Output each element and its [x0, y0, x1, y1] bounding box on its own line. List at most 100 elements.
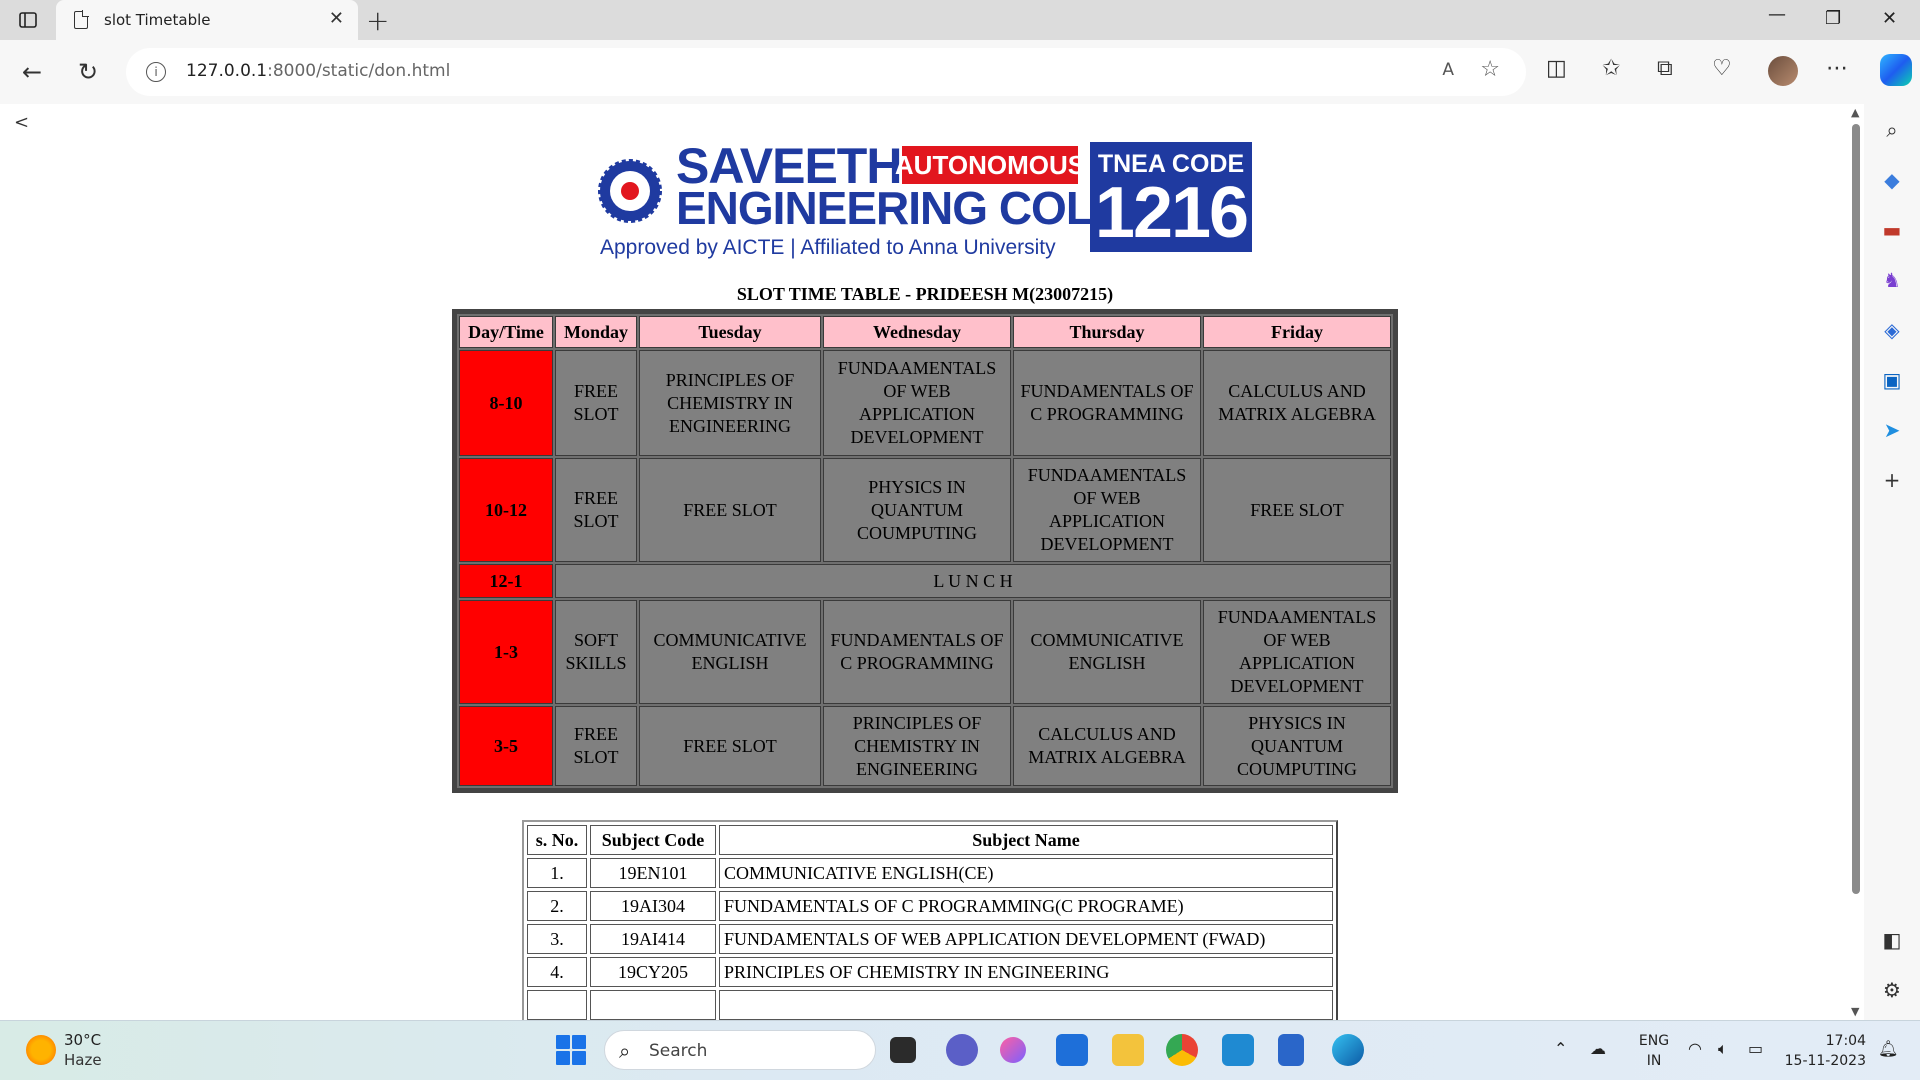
onedrive-cloud-icon[interactable]: ☁ [1590, 1039, 1606, 1058]
autonomous-badge: AUTONOMOUS [895, 146, 1085, 184]
battery-icon[interactable]: ▭ [1748, 1039, 1763, 1058]
send-icon[interactable]: ➤ [1878, 416, 1906, 444]
slot-cell: FUNDAAMENTALS OF WEB APPLICATION DEVELOP… [1203, 600, 1391, 704]
language-indicator[interactable]: ENG IN [1634, 1031, 1674, 1071]
picsart-icon[interactable] [1000, 1037, 1026, 1063]
subject-code: 19CY205 [590, 957, 716, 987]
address-bar[interactable]: i 127.0.0.1:8000/static/don.html A ☆ [126, 48, 1526, 96]
chrome-icon[interactable] [1166, 1034, 1198, 1066]
edge-sidebar: ⌕ ◆ ▬ ♞ ◈ ▣ ➤ + ◧ ⚙ [1864, 104, 1920, 1020]
tab-bar: slot Timetable ✕ + — ❐ ✕ [0, 0, 1920, 40]
browser-toolbar: ← ↻ i 127.0.0.1:8000/static/don.html A ☆… [0, 40, 1920, 104]
favorite-star-icon[interactable]: ☆ [1480, 57, 1500, 82]
tab-title: slot Timetable [104, 11, 211, 29]
slot-cell: COMMUNICATIVE ENGLISH [639, 600, 821, 704]
timetable-row: 8-10 FREE SLOT PRINCIPLES OF CHEMISTRY I… [459, 350, 1391, 456]
subject-row: 3. 19AI414 FUNDAMENTALS OF WEB APPLICATI… [527, 924, 1333, 954]
college-logo: SAVEETHA AUTONOMOUS ENGINEERING COLLEGE … [598, 140, 1252, 259]
header-daytime: Day/Time [459, 316, 553, 348]
header-monday: Monday [555, 316, 637, 348]
close-window-icon[interactable]: ✕ [1882, 8, 1897, 29]
minimize-icon[interactable]: — [1768, 4, 1786, 25]
slot-cell: PRINCIPLES OF CHEMISTRY IN ENGINEERING [639, 350, 821, 456]
more-menu-icon[interactable]: ⋯ [1826, 56, 1848, 81]
time-slot: 10-12 [459, 458, 553, 562]
edge-icon[interactable] [1332, 1034, 1364, 1066]
subject-sno: 1. [527, 858, 587, 888]
header-subject-code: Subject Code [590, 825, 716, 855]
subject-row: 1. 19EN101 COMMUNICATIVE ENGLISH(CE) [527, 858, 1333, 888]
slot-cell: FREE SLOT [639, 706, 821, 786]
url-text[interactable]: 127.0.0.1:8000/static/don.html [186, 61, 450, 81]
timetable: Day/Time Monday Tuesday Wednesday Thursd… [452, 309, 1398, 793]
new-tab-button[interactable]: + [366, 4, 389, 37]
weather-sun-icon[interactable] [26, 1035, 56, 1065]
shopping-tag-icon[interactable]: ◆ [1878, 166, 1906, 194]
copilot-icon[interactable] [1880, 54, 1912, 86]
lunch-row: 12-1 L U N C H [459, 564, 1391, 598]
collections-icon[interactable]: ⧉ [1657, 56, 1673, 81]
task-view-icon[interactable] [890, 1037, 916, 1063]
favorites-icon[interactable]: ✩ [1602, 56, 1620, 81]
file-explorer-icon[interactable] [1112, 1034, 1144, 1066]
taskbar: 30°C Haze ⌕ Search ⌃ ☁ ENG IN ◠ 🔈︎ ▭ 17:… [0, 1020, 1920, 1080]
weather-temperature[interactable]: 30°C [64, 1031, 101, 1049]
scroll-down-icon[interactable]: ▼ [1851, 1005, 1859, 1018]
subject-sno [527, 990, 587, 1020]
back-arrow-icon[interactable]: ← [22, 58, 42, 86]
time-slot: 3-5 [459, 706, 553, 786]
subject-sno: 2. [527, 891, 587, 921]
tools-briefcase-icon[interactable]: ▬ [1878, 216, 1906, 244]
browser-essentials-icon[interactable]: ♡ [1712, 56, 1732, 81]
clock-time: 17:04 [1825, 1033, 1866, 1049]
sidebar-toggle-icon[interactable]: ◧ [1878, 926, 1906, 954]
search-icon[interactable]: ⌕ [1878, 116, 1906, 144]
weather-description[interactable]: Haze [64, 1051, 102, 1069]
subject-name: FUNDAMENTALS OF C PROGRAMMING(C PROGRAME… [719, 891, 1333, 921]
show-hidden-icons-icon[interactable]: ⌃ [1554, 1039, 1567, 1058]
wifi-icon[interactable]: ◠ [1688, 1039, 1702, 1058]
speaker-muted-icon[interactable]: 🔈︎ [1718, 1039, 1728, 1059]
slot-cell: FREE SLOT [555, 350, 637, 456]
site-info-icon[interactable]: i [146, 62, 166, 82]
time-slot: 1-3 [459, 600, 553, 704]
slot-cell: SOFT SKILLS [555, 600, 637, 704]
timetable-title: SLOT TIME TABLE - PRIDEESH M(23007215) [736, 284, 1114, 304]
refresh-icon[interactable]: ↻ [78, 58, 98, 86]
lunch-cell: L U N C H [555, 564, 1391, 598]
subject-code: 19EN101 [590, 858, 716, 888]
scrollbar-thumb[interactable] [1852, 124, 1860, 894]
search-placeholder: Search [649, 1041, 708, 1061]
add-icon[interactable]: + [1878, 466, 1906, 494]
teams-chat-icon[interactable] [946, 1034, 978, 1066]
split-screen-icon[interactable]: ◫ [1546, 56, 1567, 81]
games-icon[interactable]: ♞ [1878, 266, 1906, 294]
vscode-icon[interactable] [1222, 1034, 1254, 1066]
back-link[interactable]: < [14, 112, 29, 133]
tnea-code-box: TNEA CODE 1216 [1090, 142, 1252, 252]
subject-table: s. No. Subject Code Subject Name 1. 19EN… [522, 820, 1338, 1020]
time-slot: 8-10 [459, 350, 553, 456]
windows-start-icon[interactable] [556, 1035, 586, 1065]
notification-bell-icon[interactable]: 🔔︎ [1878, 1039, 1898, 1058]
scroll-up-icon[interactable]: ▲ [1851, 106, 1859, 119]
notepad-icon[interactable] [1278, 1034, 1304, 1066]
slot-cell: CALCULUS AND MATRIX ALGEBRA [1203, 350, 1391, 456]
header-subject-name: Subject Name [719, 825, 1333, 855]
close-tab-icon[interactable]: ✕ [329, 8, 344, 29]
timetable-row: 3-5 FREE SLOT FREE SLOT PRINCIPLES OF CH… [459, 706, 1391, 786]
read-aloud-icon[interactable]: A [1442, 60, 1454, 80]
system-clock[interactable]: 17:04 15-11-2023 [1782, 1031, 1866, 1071]
tab-actions-icon[interactable] [16, 8, 40, 32]
microsoft-store-icon[interactable] [1056, 1034, 1088, 1066]
taskbar-search[interactable]: ⌕ Search [604, 1030, 876, 1070]
header-tuesday: Tuesday [639, 316, 821, 348]
profile-avatar[interactable] [1768, 56, 1798, 86]
microsoft-365-icon[interactable]: ◈ [1878, 316, 1906, 344]
outlook-icon[interactable]: ▣ [1878, 366, 1906, 394]
active-tab[interactable]: slot Timetable ✕ [56, 0, 358, 40]
settings-gear-icon[interactable]: ⚙ [1878, 976, 1906, 1004]
restore-icon[interactable]: ❐ [1825, 8, 1841, 29]
page-scrollbar[interactable]: ▲ ▼ [1848, 104, 1864, 1020]
slot-cell: FUNDAAMENTALS OF WEB APPLICATION DEVELOP… [1013, 458, 1201, 562]
